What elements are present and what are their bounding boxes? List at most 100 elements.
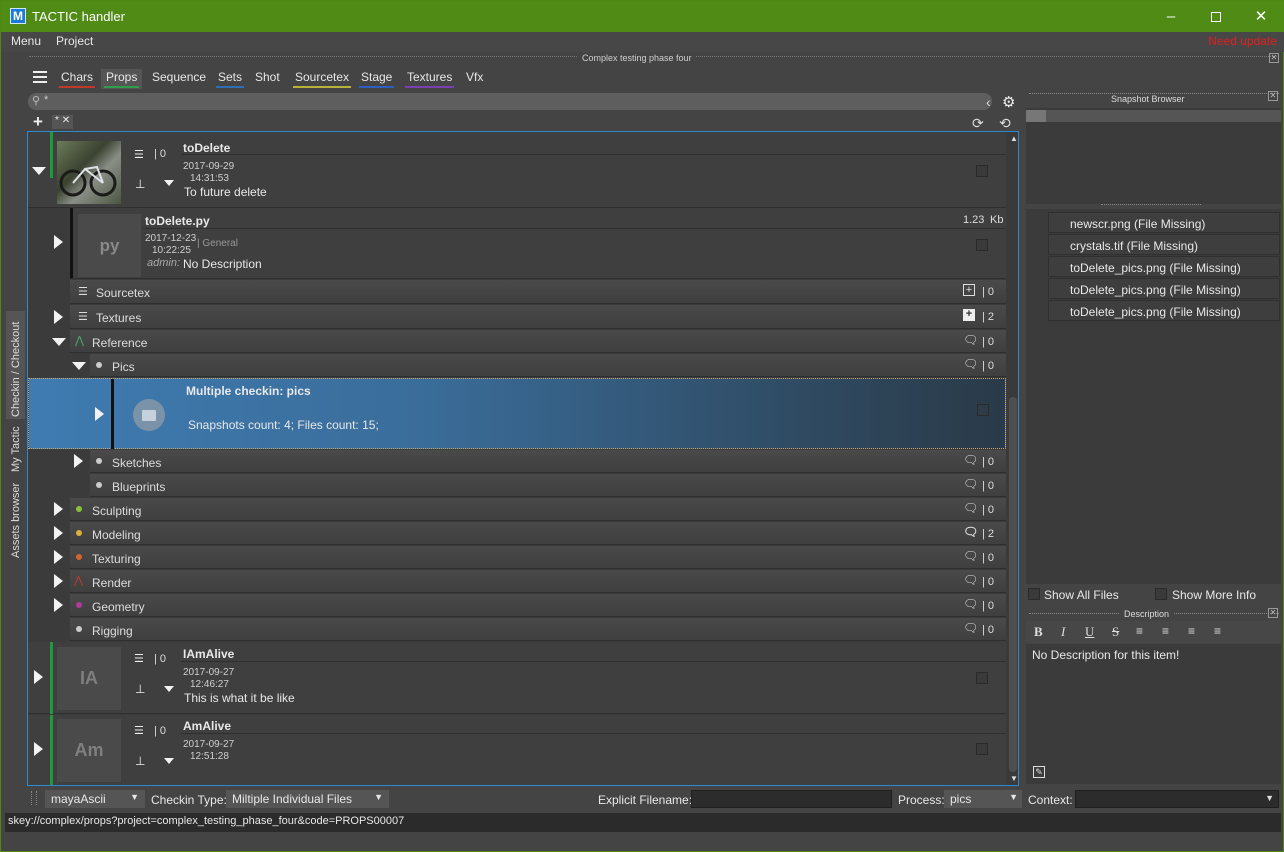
hierarchy-icon[interactable]: ⊥: [135, 754, 145, 768]
notes-bubble-icon[interactable]: 🗨: [963, 501, 978, 515]
menu-item-menu[interactable]: Menu: [11, 34, 41, 48]
notes-bubble-icon[interactable]: 🗨: [963, 357, 978, 371]
expand-arrow-icon[interactable]: [54, 526, 63, 540]
hamburger-menu-icon[interactable]: [33, 71, 47, 83]
collapse-arrow-icon[interactable]: [52, 338, 66, 346]
checkin-type-select[interactable]: Miltiple Individual Files ▼: [226, 790, 389, 808]
notes-bubble-icon[interactable]: 🗨: [963, 573, 978, 587]
snapshot-todelete-py[interactable]: py toDelete.py 1.23 Kb 2017-12-23 10:22:…: [70, 208, 1006, 279]
tab-sequence[interactable]: Sequence: [147, 69, 211, 89]
scrollbar-thumb[interactable]: [1009, 397, 1017, 772]
show-all-files-checkbox[interactable]: [1028, 588, 1040, 600]
dropdown-arrow-icon[interactable]: [164, 180, 174, 186]
strikethrough-icon[interactable]: S: [1112, 624, 1119, 640]
search-input[interactable]: ⚲ *: [28, 93, 992, 110]
notes-icon[interactable]: ☰: [134, 652, 144, 665]
bold-icon[interactable]: B: [1034, 624, 1043, 640]
tree-item-amalive[interactable]: Am ☰ | 0 ⊥ AmAlive 2017-09-27 12:51:28: [28, 715, 1006, 785]
tab-chars[interactable]: Chars: [56, 69, 98, 89]
vtab-assets-browser[interactable]: Assets browser: [10, 483, 22, 558]
expand-arrow-icon[interactable]: [54, 574, 63, 588]
subprocess-blueprints[interactable]: Blueprints 🗨 | 0: [90, 474, 1006, 497]
description-editor[interactable]: No Description for this item! ✎: [1026, 644, 1281, 784]
align-center-icon[interactable]: ≡: [1162, 624, 1169, 638]
process-reference[interactable]: ⋀ Reference 🗨 | 0: [70, 330, 1006, 353]
select-checkbox[interactable]: [976, 672, 988, 684]
minimize-icon[interactable]: –: [1148, 1, 1194, 32]
expand-arrow-icon[interactable]: [32, 167, 46, 175]
item-thumbnail[interactable]: Am: [57, 719, 121, 782]
group-sourcetex[interactable]: ☰ Sourcetex + | 0: [70, 280, 1006, 304]
collapse-left-icon[interactable]: ‹: [986, 94, 991, 110]
gear-icon[interactable]: ⚙: [1002, 93, 1015, 111]
dropdown-arrow-icon[interactable]: [164, 758, 174, 764]
expand-arrow-icon[interactable]: [54, 235, 63, 249]
notes-bubble-icon[interactable]: 🗨: [963, 597, 978, 611]
process-sculpting[interactable]: Sculpting 🗨 | 0: [70, 498, 1006, 521]
italic-icon[interactable]: I: [1061, 624, 1065, 640]
menu-item-project[interactable]: Project: [56, 34, 93, 48]
subprocess-sketches[interactable]: Sketches 🗨 | 0: [90, 450, 1006, 473]
scroll-up-icon[interactable]: ▲: [1010, 134, 1018, 143]
process-render[interactable]: ⋀ Render 🗨 | 0: [70, 570, 1006, 593]
explicit-filename-input[interactable]: [691, 790, 892, 808]
file-row[interactable]: toDelete_pics.png (File Missing): [1048, 300, 1280, 321]
process-rigging[interactable]: Rigging 🗨 | 0: [70, 618, 1006, 641]
item-thumbnail[interactable]: IA: [57, 647, 121, 710]
expand-arrow-icon[interactable]: [54, 598, 63, 612]
dropdown-arrow-icon[interactable]: [164, 686, 174, 692]
notes-icon[interactable]: ☰: [134, 148, 144, 161]
file-row[interactable]: toDelete_pics.png (File Missing): [1048, 256, 1280, 277]
show-more-info-checkbox[interactable]: [1155, 588, 1167, 600]
vtab-my-tactic[interactable]: My Tactic: [10, 426, 22, 472]
expand-arrow-icon[interactable]: [54, 310, 63, 324]
select-checkbox[interactable]: [977, 404, 989, 416]
slider-track[interactable]: [1026, 110, 1281, 122]
select-checkbox[interactable]: [976, 165, 988, 177]
tree-item-iamalive[interactable]: IA ☰ | 0 ⊥ IAmAlive 2017-09-27 12:46:27 …: [28, 642, 1006, 714]
collapse-arrow-icon[interactable]: [72, 362, 86, 370]
process-select[interactable]: pics ▼: [944, 790, 1022, 808]
tab-textures[interactable]: Textures: [402, 69, 457, 89]
expand-arrow-icon[interactable]: [95, 407, 104, 421]
tab-sets[interactable]: Sets: [213, 69, 247, 89]
expand-arrow-icon[interactable]: [74, 454, 83, 468]
scroll-down-icon[interactable]: ▼: [1010, 774, 1018, 783]
close-icon[interactable]: ✕: [1238, 1, 1284, 32]
add-icon[interactable]: +: [963, 284, 975, 296]
edit-icon[interactable]: ✎: [1033, 766, 1045, 778]
expand-arrow-icon[interactable]: [54, 550, 63, 564]
notes-bubble-icon[interactable]: 🗨: [963, 477, 978, 491]
expand-arrow-icon[interactable]: [54, 502, 63, 516]
add-filter-icon[interactable]: +: [33, 113, 43, 130]
filter-tab[interactable]: * ✕: [52, 115, 74, 129]
history-icon[interactable]: ⟲: [999, 115, 1011, 132]
tab-vfx[interactable]: Vfx: [461, 69, 488, 89]
process-texturing[interactable]: Texturing 🗨 | 0: [70, 546, 1006, 569]
format-select[interactable]: mayaAscii ▼: [45, 790, 145, 808]
process-modeling[interactable]: Modeling 🗨 | 2: [70, 522, 1006, 545]
context-input[interactable]: ▼: [1075, 790, 1279, 808]
need-update-label[interactable]: Need update: [1208, 34, 1277, 48]
tab-stage[interactable]: Stage: [356, 69, 397, 89]
notes-icon[interactable]: ☰: [134, 724, 144, 737]
align-justify-icon[interactable]: ≡: [1214, 624, 1221, 638]
group-textures[interactable]: ☰ Textures + | 2: [70, 305, 1006, 329]
thumbnail-bicycle-image[interactable]: [57, 141, 121, 204]
multiple-checkin-pics[interactable]: Multiple checkin: pics Snapshots count: …: [28, 378, 1006, 449]
notes-bubble-icon[interactable]: 🗨: [963, 453, 978, 467]
align-left-icon[interactable]: ≡: [1136, 624, 1143, 638]
dock-close-icon[interactable]: ✕: [1269, 53, 1279, 63]
notes-bubble-icon[interactable]: 🗨: [963, 621, 978, 635]
subprocess-pics[interactable]: Pics 🗨 | 0: [90, 354, 1006, 377]
expand-arrow-icon[interactable]: [34, 742, 43, 756]
notes-bubble-icon[interactable]: 🗨: [963, 549, 978, 563]
snapshot-thumbnail[interactable]: py: [78, 214, 141, 277]
select-checkbox[interactable]: [976, 743, 988, 755]
tree-item-todelete[interactable]: ☰ | 0 ⊥ toDelete 2017-09-29 14:31:53 To …: [28, 132, 1006, 208]
vtab-checkin-checkout[interactable]: Checkin / Checkout: [10, 322, 22, 417]
file-row[interactable]: newscr.png (File Missing): [1048, 212, 1280, 233]
notes-bubble-icon[interactable]: 🗨: [963, 525, 978, 539]
expand-arrow-icon[interactable]: [34, 670, 43, 684]
tab-sourcetex[interactable]: Sourcetex: [290, 69, 354, 89]
